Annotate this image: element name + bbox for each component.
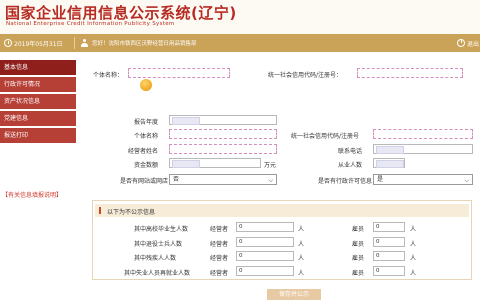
operator-label: 经营者姓名 <box>128 148 159 155</box>
sidebar: 基本信息 行政许可情况 资产状况信息 党建信息 报送打印 <box>0 60 76 145</box>
private-info-header: 以下为不公示信息 <box>95 204 469 217</box>
website-label: 是否有网站或网店 <box>120 178 169 185</box>
chevron-down-icon: ⌵ <box>268 177 273 184</box>
operator-unit: 人 <box>298 270 305 277</box>
name-field <box>169 129 277 139</box>
top-name-field <box>128 68 230 78</box>
operator-count-input[interactable]: 0 <box>236 237 294 247</box>
user-icon <box>81 39 88 47</box>
employee-count-input[interactable]: 0 <box>373 222 405 232</box>
power-icon[interactable] <box>457 39 465 47</box>
operator-unit: 人 <box>298 241 305 248</box>
site-title: 国家企业信用信息公示系统(辽宁) <box>5 4 237 22</box>
operator-field[interactable] <box>169 144 277 154</box>
clock-icon <box>4 39 12 47</box>
report-year-label: 报告年度 <box>134 119 159 126</box>
website-select-value: 否 <box>173 176 180 183</box>
bar-divider <box>74 37 75 49</box>
current-date: 2019年05月31日 <box>14 41 63 48</box>
capital-label: 资金数额 <box>134 162 159 169</box>
sidebar-item-basic-info[interactable]: 基本信息 <box>0 60 76 75</box>
sidebar-item-admin-license[interactable]: 行政许可情况 <box>0 77 76 92</box>
sidebar-item-assets[interactable]: 资产状况信息 <box>0 94 76 109</box>
top-name-label: 个体名称： <box>93 72 124 79</box>
help-link[interactable]: 【有关信息填报说明】 <box>2 190 62 199</box>
name-label: 个体名称 <box>134 133 159 140</box>
sidebar-item-party[interactable]: 党建信息 <box>0 111 76 126</box>
operator-count-input[interactable]: 0 <box>236 251 294 261</box>
employee-unit: 人 <box>410 270 417 277</box>
site-header: 国家企业信用信息公示系统(辽宁) National Enterprise Cre… <box>0 0 480 34</box>
welcome-text: 您好！沈阳市铁西区沃野经营日用品销售部 <box>92 41 197 47</box>
exit-link[interactable]: 退出 <box>467 39 479 48</box>
employee-unit: 人 <box>410 255 417 262</box>
employee-count-input[interactable]: 0 <box>373 237 405 247</box>
employee-count-input[interactable]: 0 <box>373 266 405 276</box>
sidebar-item-print[interactable]: 报送打印 <box>0 128 76 143</box>
employees-field[interactable] <box>373 158 405 168</box>
capital-field[interactable] <box>169 158 261 168</box>
admin-license-label: 是否有行政许可信息 <box>318 178 373 185</box>
code-label: 统一社会信用代码/注册号 <box>291 133 360 140</box>
phone-label: 联系电话 <box>338 148 363 155</box>
employee-count-input[interactable]: 0 <box>373 251 405 261</box>
status-indicator-icon <box>140 79 152 91</box>
website-select[interactable]: 否 ⌵ <box>169 174 277 185</box>
private-row-label: 其中失业人员再就业人数 <box>124 270 191 277</box>
employee-label: 雇员 <box>352 241 365 248</box>
capital-unit: 万元 <box>264 162 277 169</box>
operator-label: 经营者 <box>210 226 229 233</box>
operator-label: 经营者 <box>210 270 229 277</box>
report-year-field <box>169 115 277 125</box>
top-bar: 2019年05月31日 您好！沈阳市铁西区沃野经营日用品销售部 退出 <box>0 34 480 52</box>
operator-count-input[interactable]: 0 <box>236 222 294 232</box>
admin-license-select[interactable]: 是 ⌵ <box>373 174 473 185</box>
operator-unit: 人 <box>298 255 305 262</box>
operator-unit: 人 <box>298 226 305 233</box>
save-publish-button[interactable]: 保存并公示 <box>267 289 321 300</box>
private-row-label: 其中高校毕业生人数 <box>134 226 189 233</box>
code-field <box>373 129 473 139</box>
employee-label: 雇员 <box>352 270 365 277</box>
operator-count-input[interactable]: 0 <box>236 266 294 276</box>
private-info-title: 以下为不公示信息 <box>107 209 156 216</box>
operator-label: 经营者 <box>210 255 229 262</box>
site-subtitle: National Enterprise Credit Information P… <box>6 21 175 27</box>
employee-unit: 人 <box>410 226 417 233</box>
chevron-down-icon: ⌵ <box>464 177 469 184</box>
employee-unit: 人 <box>410 241 417 248</box>
employees-label: 从业人数 <box>338 162 363 169</box>
employee-label: 雇员 <box>352 255 365 262</box>
admin-license-select-value: 是 <box>377 176 384 183</box>
phone-field[interactable] <box>373 144 473 154</box>
operator-label: 经营者 <box>210 241 229 248</box>
private-row-label: 其中退役士兵人数 <box>134 241 183 248</box>
top-code-field <box>357 68 463 78</box>
employee-label: 雇员 <box>352 226 365 233</box>
top-code-label: 统一社会信用代码/注册号： <box>268 72 343 79</box>
private-row-label: 其中残疾人人数 <box>134 255 177 262</box>
section-marker <box>99 207 101 214</box>
